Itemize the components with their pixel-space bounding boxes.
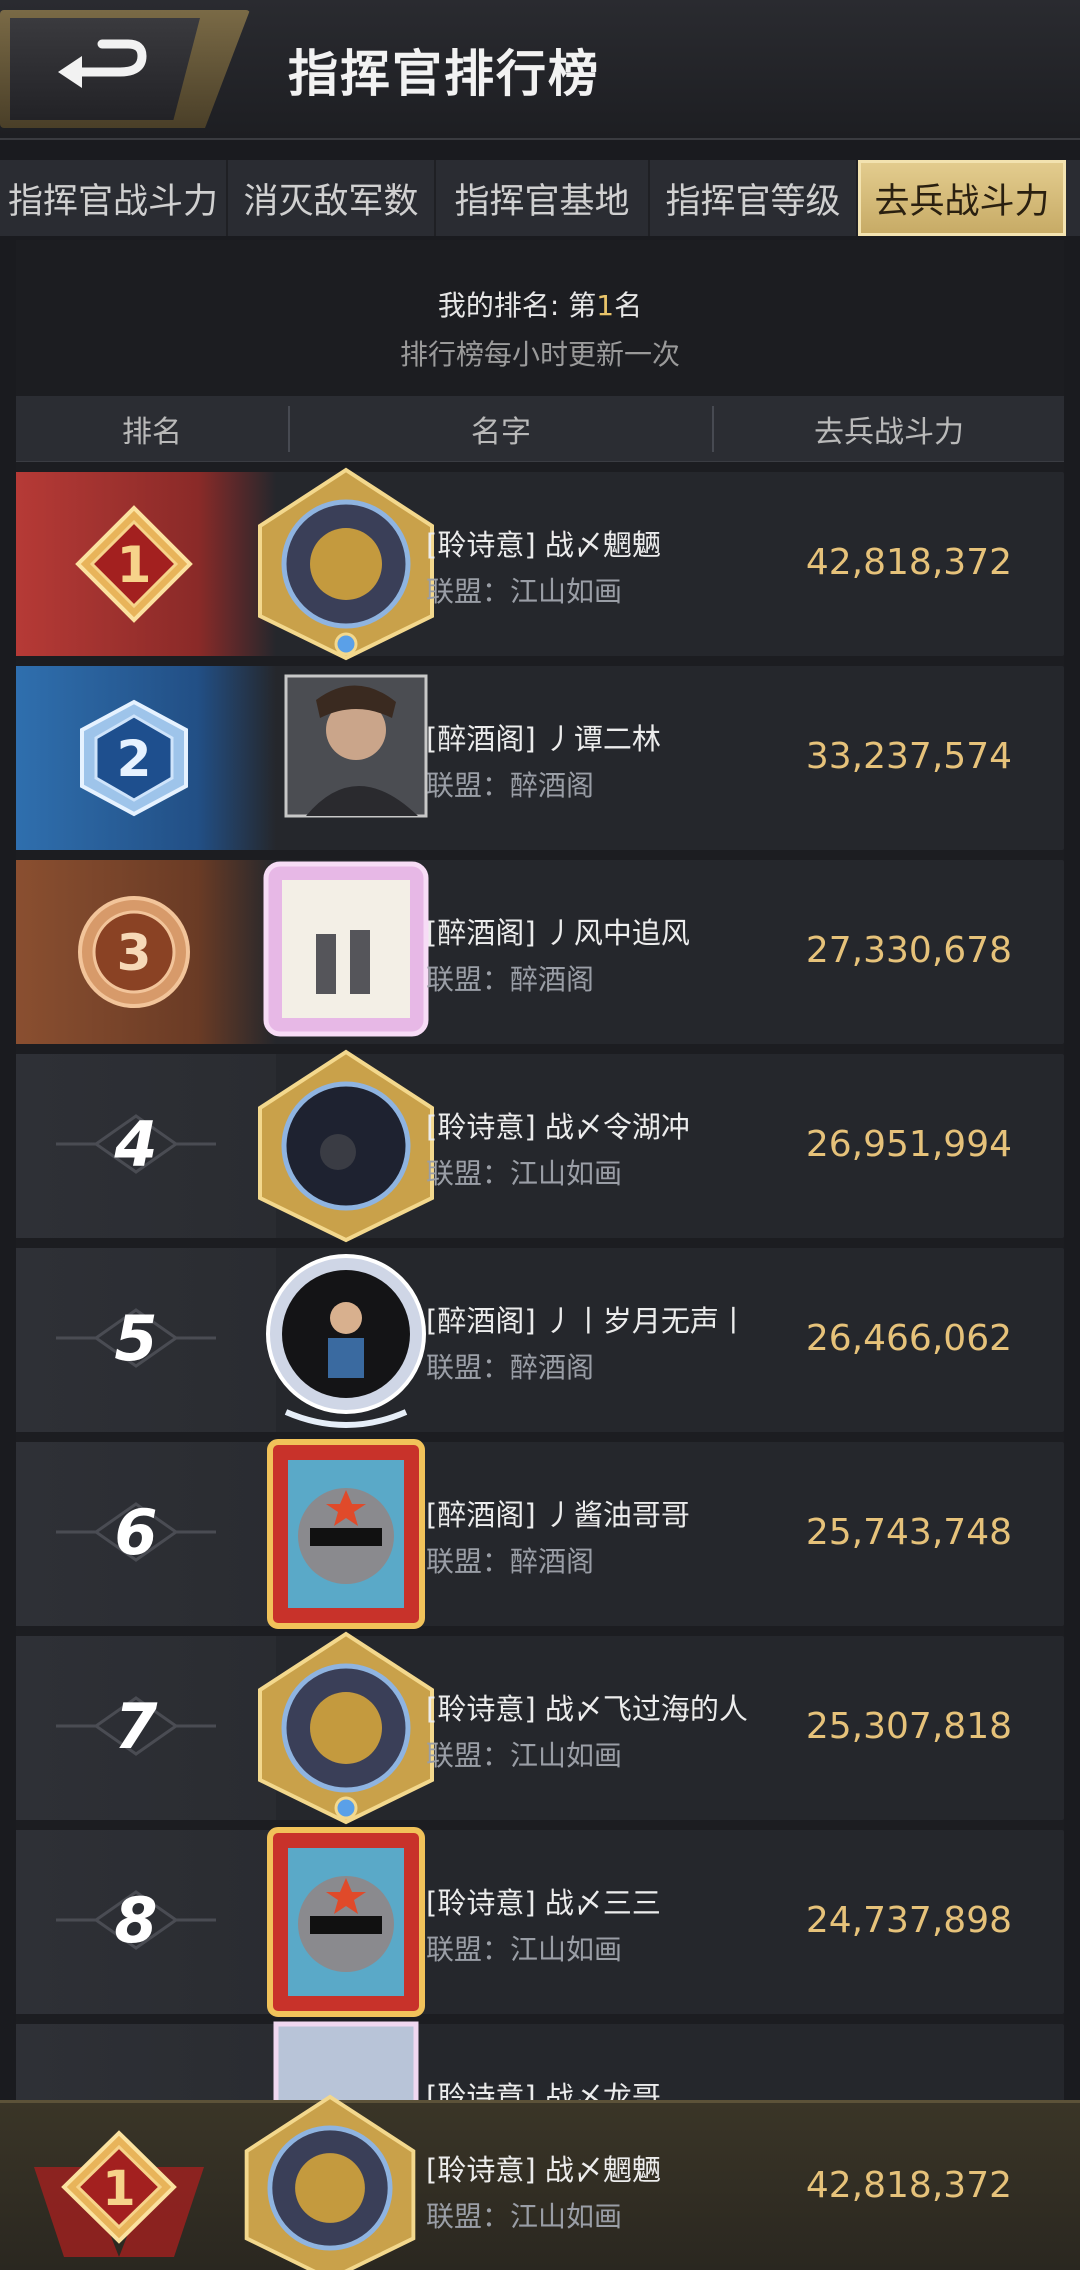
table-row[interactable]: 8 [聆诗意] 战〆三三 联盟：江山如画 24,737,898	[16, 1827, 1064, 2017]
avatar	[284, 674, 428, 818]
power-value: 33,237,574	[805, 736, 1012, 777]
power-value: 25,307,818	[805, 1706, 1012, 1747]
alliance-name: 联盟：江山如画	[426, 575, 623, 608]
rank-number: 1	[102, 2161, 135, 2217]
tab-commander-power[interactable]: 指挥官战斗力	[0, 160, 228, 236]
my-rank-suffix: 名	[614, 289, 643, 322]
column-header: 排名 名字 去兵战斗力	[16, 396, 1064, 462]
avatar	[267, 1827, 425, 2017]
my-rank-prefix: 我的排名: 第	[437, 289, 597, 322]
page-title: 指挥官排行榜	[288, 45, 600, 103]
power-value: 42,818,372	[805, 2165, 1012, 2206]
alliance-name: 联盟：江山如画	[426, 1157, 623, 1190]
rank-number: 5	[114, 1301, 158, 1375]
rank-number: 7	[114, 1689, 158, 1763]
tab-enemies-killed[interactable]: 消灭敌军数	[228, 160, 436, 236]
my-entry-bar[interactable]: 1 [聆诗意] 战〆魍魉 联盟：江山如画 42,818,372	[0, 2094, 1080, 2270]
player-name: [聆诗意] 战〆三三	[426, 1886, 661, 1920]
update-note: 排行榜每小时更新一次	[399, 338, 680, 371]
gold-medal-icon: 1	[34, 2130, 204, 2257]
avatar	[258, 1049, 434, 1243]
rank-number: 2	[117, 730, 152, 788]
tab-bar: 指挥官战斗力 消灭敌军数 指挥官基地 指挥官等级 去兵战斗力	[0, 160, 1080, 236]
power-value: 24,737,898	[805, 1900, 1012, 1941]
power-value: 42,818,372	[805, 542, 1012, 583]
rank-number: 8	[114, 1883, 158, 1957]
avatar	[263, 861, 429, 1037]
rank-number: 6	[114, 1495, 158, 1569]
avatar	[244, 2094, 416, 2270]
power-value: 27,330,678	[805, 930, 1012, 971]
alliance-name: 联盟：江山如画	[426, 2200, 623, 2233]
my-rank-text: 我的排名: 第1名	[0, 284, 1080, 324]
player-name: [聆诗意] 战〆令湖冲	[426, 1110, 690, 1144]
player-name: [醉酒阁] 丿谭二林	[426, 722, 661, 756]
player-name: [醉酒阁] 丿丨岁月无声丨	[426, 1304, 748, 1338]
tab-commander-level[interactable]: 指挥官等级	[650, 160, 858, 236]
table-row[interactable]: 5 [醉酒阁] 丿丨岁月无声丨 联盟：醉酒阁 26,466,062	[16, 1248, 1064, 1432]
alliance-name: 联盟：醉酒阁	[426, 963, 595, 996]
header-bar: 指挥官排行榜	[0, 0, 1080, 140]
avatar	[258, 467, 434, 661]
rank-number: 4	[114, 1107, 158, 1181]
rank-number: 1	[117, 536, 152, 594]
column-rank: 排名	[122, 414, 182, 450]
power-value: 26,951,994	[805, 1124, 1012, 1165]
back-button[interactable]	[0, 10, 250, 128]
silver-medal-icon: 2	[80, 699, 188, 817]
table-row[interactable]: 6 [醉酒阁] 丿酱油哥哥 联盟：醉酒阁 25,743,748	[16, 1439, 1064, 1629]
avatar	[267, 1439, 425, 1629]
alliance-name: 联盟：醉酒阁	[426, 1545, 595, 1578]
avatar	[266, 1254, 426, 1428]
tab-commander-base[interactable]: 指挥官基地	[436, 160, 650, 236]
back-arrow-icon	[58, 39, 147, 88]
table-row[interactable]: 2 [醉酒阁] 丿谭二林 联盟：醉酒阁 33,237,574	[16, 666, 1064, 850]
bronze-medal-icon: 3	[78, 896, 190, 1008]
rank-number: 3	[117, 924, 152, 982]
table-row[interactable]: 4 [聆诗意] 战〆令湖冲 联盟：江山如画 26,951,994	[16, 1049, 1064, 1243]
my-rank-value: 1	[596, 289, 615, 322]
alliance-name: 联盟：醉酒阁	[426, 1351, 595, 1384]
alliance-name: 联盟：江山如画	[426, 1739, 623, 1772]
column-name: 名字	[471, 414, 531, 450]
alliance-name: 联盟：醉酒阁	[426, 769, 595, 802]
column-power: 去兵战斗力	[814, 414, 964, 450]
player-name: [聆诗意] 战〆魍魉	[426, 528, 661, 562]
player-name: [醉酒阁] 丿风中追风	[426, 916, 690, 950]
player-name: [聆诗意] 战〆魍魉	[426, 2153, 661, 2187]
avatar	[258, 1631, 434, 1825]
tab-troopless-power[interactable]: 去兵战斗力	[858, 160, 1066, 236]
power-value: 26,466,062	[805, 1318, 1012, 1359]
alliance-name: 联盟：江山如画	[426, 1933, 623, 1966]
table-row[interactable]: 3 [醉酒阁] 丿风中追风 联盟：醉酒阁 27,330,678	[16, 860, 1064, 1044]
table-row[interactable]: 1 [聆诗意] 战〆魍魉 联盟：江山如画 42,818,372	[16, 467, 1064, 661]
table-row[interactable]: 7 [聆诗意] 战〆飞过海的人 联盟：江山如画 25,307,818	[16, 1631, 1064, 1825]
gold-medal-icon: 1	[75, 505, 193, 623]
power-value: 25,743,748	[805, 1512, 1012, 1553]
player-name: [醉酒阁] 丿酱油哥哥	[426, 1498, 690, 1532]
player-name: [聆诗意] 战〆飞过海的人	[426, 1692, 748, 1726]
